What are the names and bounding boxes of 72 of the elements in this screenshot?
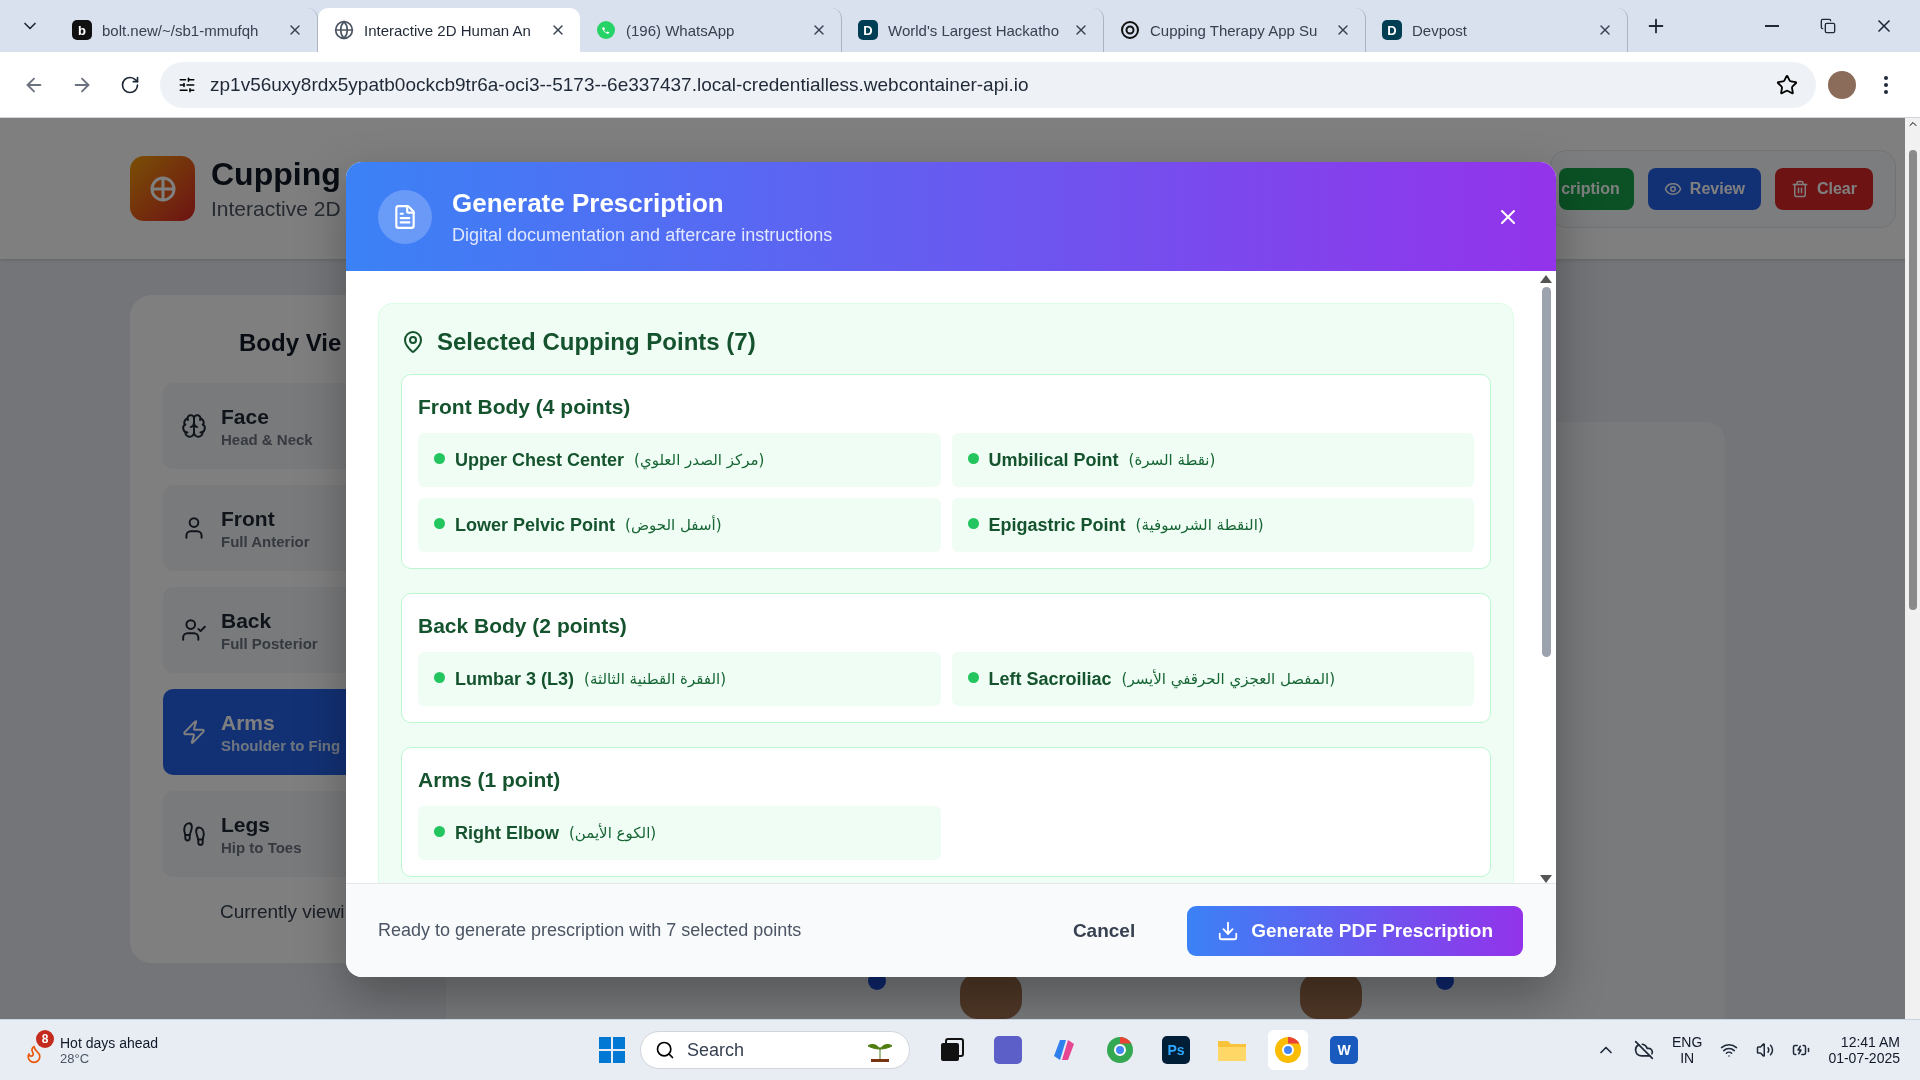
minimize-icon	[1765, 25, 1779, 27]
map-pin-icon	[401, 330, 425, 354]
dialog-title: Generate Prescription	[452, 187, 725, 219]
dot-icon	[434, 671, 445, 683]
arabic-name: (أسفل الحوض)	[625, 516, 722, 534]
dot-icon	[967, 671, 979, 683]
body-view-item[interactable]: Legs Hip to Toes	[163, 791, 346, 877]
globe-icon	[334, 20, 354, 40]
document-icon	[378, 189, 432, 244]
dot-icon	[434, 452, 445, 464]
address-bar[interactable]: zp1v56uxy8rdx5ypatb0ockcb9tr6a-oci3--5173--6e337437.local-credentialless.webcontainer-api.io	[160, 61, 1816, 108]
viewing-status-text: Currently viewi	[220, 901, 346, 923]
taskbar-search[interactable]: Search	[640, 1031, 910, 1069]
language-indicator[interactable]: ENG IN	[1672, 1034, 1703, 1066]
arabic-name: (نقطة السرة)	[1128, 451, 1216, 469]
point-name: Lumbar 3 (L3)	[455, 668, 574, 690]
cloud-off-icon[interactable]	[1634, 1040, 1655, 1060]
status-text: Ready to generate prescription with 7 selected points	[378, 920, 803, 941]
generate-pdf-button[interactable]: Generate PDF Prescription	[1187, 905, 1523, 956]
reload-icon	[120, 74, 140, 95]
trash-icon	[1790, 179, 1809, 198]
notification-badge: 8	[36, 1030, 54, 1048]
wifi-icon[interactable]	[1720, 1041, 1739, 1059]
cancel-button[interactable]: Cancel	[1056, 909, 1152, 952]
section-title: Selected Cupping Points (7)	[437, 328, 756, 356]
arabic-name: (النقطة الشرسوفية)	[1135, 516, 1264, 534]
profile-avatar[interactable]	[1828, 70, 1856, 99]
point-name: Lower Pelvic Point	[455, 514, 616, 536]
body-view-item[interactable]: Front Full Anterior	[163, 485, 346, 571]
sidebar-title: Body Vie	[239, 329, 343, 357]
point-name: Left Sacroiliac	[988, 668, 1112, 690]
lightning-icon	[181, 719, 207, 745]
clock[interactable]: 12:41 AM 01-07-2025	[1828, 1034, 1900, 1066]
group-title: Arms (1 point)	[418, 768, 562, 792]
dot-icon	[967, 517, 979, 529]
bookmark-star-icon[interactable]	[1776, 73, 1798, 96]
person-check-icon	[181, 617, 207, 643]
scroll-up-icon[interactable]	[1540, 275, 1552, 283]
arabic-name: (مركز الصدر العلوي)	[634, 451, 765, 469]
dot-icon	[434, 825, 445, 837]
dot-icon	[967, 452, 979, 464]
point-name: Upper Chest Center	[455, 449, 625, 471]
logo-icon	[130, 156, 195, 221]
flame-icon	[24, 1044, 44, 1064]
chrome-icon[interactable]	[1268, 1030, 1308, 1070]
restore-icon	[1820, 18, 1836, 34]
dot-icon	[434, 517, 445, 529]
arabic-name: (الكوع الأيمن)	[569, 824, 657, 842]
point-name: Right Elbow	[455, 822, 559, 844]
volume-icon[interactable]	[1756, 1041, 1775, 1059]
browser-tab[interactable]: Interactive 2D Human An	[318, 8, 580, 52]
bolt-icon: b	[72, 20, 92, 40]
scrollbar-thumb[interactable]	[1541, 287, 1551, 657]
scrollbar-thumb[interactable]	[1908, 150, 1917, 610]
group-title: Front Body (4 points)	[418, 395, 632, 419]
download-icon	[1217, 919, 1240, 942]
point-name: Umbilical Point	[988, 449, 1119, 471]
search-icon	[655, 1040, 675, 1060]
chat-bubble-icon	[596, 20, 616, 40]
body-view-item[interactable]: Face Head & Neck	[163, 383, 346, 469]
site-settings-icon[interactable]	[178, 75, 196, 94]
app-title: Cupping	[211, 156, 341, 193]
point-name: Epigastric Point	[988, 514, 1126, 536]
arabic-name: (الفقرة القطنية الثالثة)	[584, 670, 727, 688]
body-view-item[interactable]: Back Full Posterior	[163, 587, 346, 673]
app-subtitle: Interactive 2D	[211, 197, 341, 221]
brain-icon	[181, 413, 207, 439]
footprints-icon	[181, 821, 207, 847]
group-title: Back Body (2 points)	[418, 614, 628, 638]
dialog-subtitle: Digital documentation and aftercare instructions	[452, 224, 834, 246]
menu-icon	[1884, 75, 1888, 94]
arabic-name: (المفصل العجزي الحرقفي الأيسر)	[1121, 670, 1336, 688]
